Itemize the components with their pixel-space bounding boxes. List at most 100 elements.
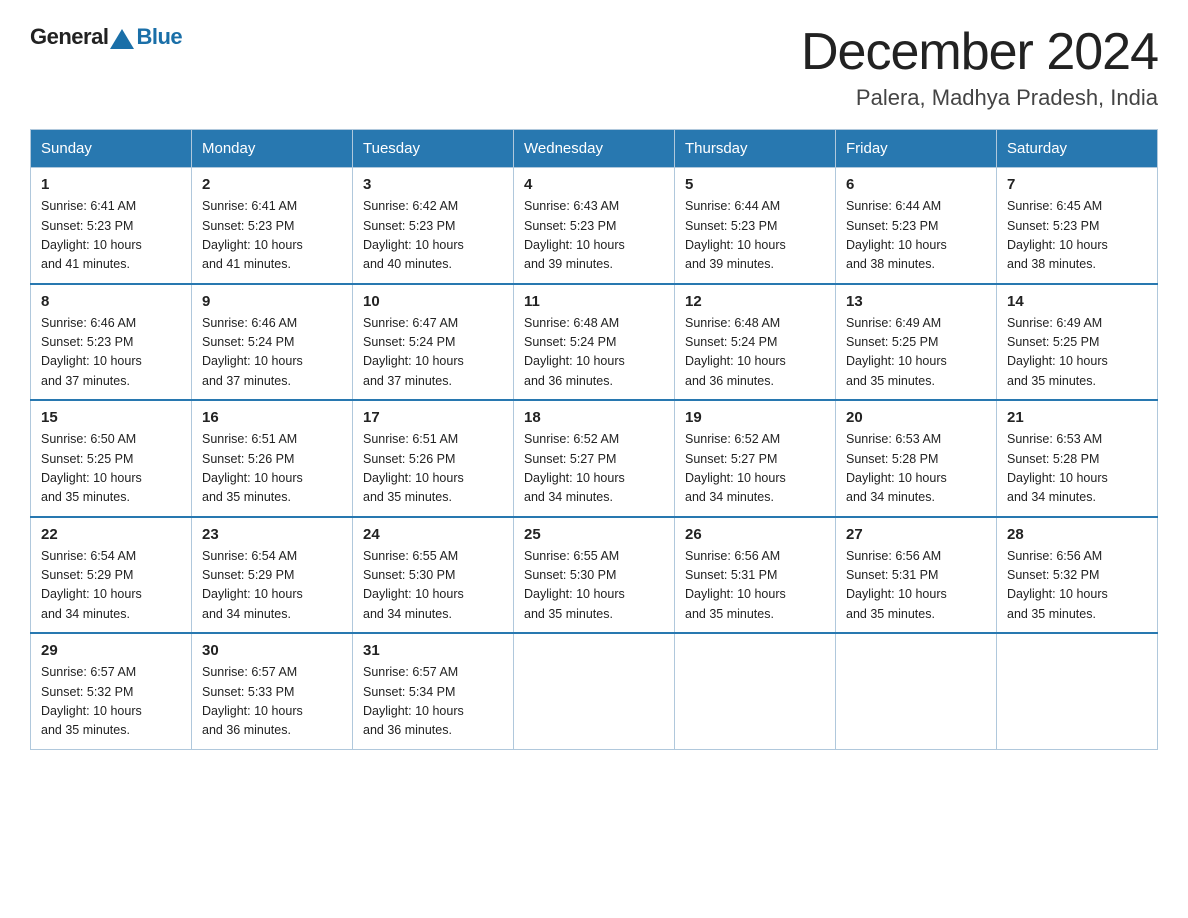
day-info: Sunrise: 6:56 AMSunset: 5:31 PMDaylight:… (846, 547, 986, 625)
day-number: 16 (202, 409, 342, 426)
day-number: 4 (524, 176, 664, 193)
day-info: Sunrise: 6:54 AMSunset: 5:29 PMDaylight:… (202, 547, 342, 625)
day-info: Sunrise: 6:41 AMSunset: 5:23 PMDaylight:… (202, 197, 342, 275)
calendar-cell (836, 633, 997, 749)
calendar-week-row: 15 Sunrise: 6:50 AMSunset: 5:25 PMDayligh… (31, 400, 1158, 517)
calendar-cell: 28Sunrise: 6:56 AMSunset: 5:32 PMDayligh… (997, 517, 1158, 634)
column-header-saturday: Saturday (997, 130, 1158, 168)
day-info: Sunrise: 6:42 AMSunset: 5:23 PMDaylight:… (363, 197, 503, 275)
calendar-cell: 5Sunrise: 6:44 AMSunset: 5:23 PMDaylight… (675, 168, 836, 284)
calendar-cell: 31Sunrise: 6:57 AMSunset: 5:34 PMDayligh… (353, 633, 514, 749)
day-info: Sunrise: 6:49 AMSunset: 5:25 PMDaylight:… (846, 314, 986, 392)
calendar-cell: 11 Sunrise: 6:48 AMSunset: 5:24 PMDayligh… (514, 284, 675, 401)
day-info: Sunrise: 6:50 AMSunset: 5:25 PMDaylight:… (41, 430, 181, 508)
day-info: Sunrise: 6:53 AMSunset: 5:28 PMDaylight:… (1007, 430, 1147, 508)
day-number: 13 (846, 293, 986, 310)
day-info: Sunrise: 6:44 AMSunset: 5:23 PMDaylight:… (685, 197, 825, 275)
day-number: 24 (363, 526, 503, 543)
column-header-tuesday: Tuesday (353, 130, 514, 168)
calendar-week-row: 22 Sunrise: 6:54 AMSunset: 5:29 PMDayligh… (31, 517, 1158, 634)
day-info: Sunrise: 6:54 AMSunset: 5:29 PMDaylight:… (41, 547, 181, 625)
calendar-cell: 13 Sunrise: 6:49 AMSunset: 5:25 PMDayligh… (836, 284, 997, 401)
day-number: 7 (1007, 176, 1147, 193)
calendar-cell: 19 Sunrise: 6:52 AMSunset: 5:27 PMDayligh… (675, 400, 836, 517)
day-number: 17 (363, 409, 503, 426)
location-subtitle: Palera, Madhya Pradesh, India (801, 85, 1158, 111)
day-info: Sunrise: 6:47 AMSunset: 5:24 PMDaylight:… (363, 314, 503, 392)
title-block: December 2024 Palera, Madhya Pradesh, In… (801, 24, 1158, 111)
calendar-cell: 27 Sunrise: 6:56 AMSunset: 5:31 PMDayligh… (836, 517, 997, 634)
column-header-monday: Monday (192, 130, 353, 168)
calendar-week-row: 29 Sunrise: 6:57 AMSunset: 5:32 PMDayligh… (31, 633, 1158, 749)
day-info: Sunrise: 6:43 AMSunset: 5:23 PMDaylight:… (524, 197, 664, 275)
page-header: General Blue December 2024 Palera, Madhy… (30, 24, 1158, 111)
calendar-cell: 21Sunrise: 6:53 AMSunset: 5:28 PMDayligh… (997, 400, 1158, 517)
calendar-cell: 2Sunrise: 6:41 AMSunset: 5:23 PMDaylight… (192, 168, 353, 284)
calendar-cell: 8 Sunrise: 6:46 AMSunset: 5:23 PMDaylight… (31, 284, 192, 401)
day-info: Sunrise: 6:57 AMSunset: 5:33 PMDaylight:… (202, 663, 342, 741)
calendar-cell: 25Sunrise: 6:55 AMSunset: 5:30 PMDayligh… (514, 517, 675, 634)
logo: General Blue (30, 24, 182, 50)
day-number: 14 (1007, 293, 1147, 310)
logo-general-text: General (30, 24, 108, 50)
day-number: 19 (685, 409, 825, 426)
day-info: Sunrise: 6:52 AMSunset: 5:27 PMDaylight:… (685, 430, 825, 508)
day-number: 11 (524, 293, 664, 310)
calendar-cell: 29 Sunrise: 6:57 AMSunset: 5:32 PMDayligh… (31, 633, 192, 749)
day-number: 12 (685, 293, 825, 310)
column-header-friday: Friday (836, 130, 997, 168)
day-info: Sunrise: 6:48 AMSunset: 5:24 PMDaylight:… (685, 314, 825, 392)
calendar-cell (514, 633, 675, 749)
day-info: Sunrise: 6:52 AMSunset: 5:27 PMDaylight:… (524, 430, 664, 508)
calendar-cell: 17 Sunrise: 6:51 AMSunset: 5:26 PMDayligh… (353, 400, 514, 517)
calendar-week-row: 1 Sunrise: 6:41 AMSunset: 5:23 PMDaylight… (31, 168, 1158, 284)
day-number: 31 (363, 642, 503, 659)
column-header-sunday: Sunday (31, 130, 192, 168)
calendar-cell (675, 633, 836, 749)
column-header-wednesday: Wednesday (514, 130, 675, 168)
day-info: Sunrise: 6:56 AMSunset: 5:31 PMDaylight:… (685, 547, 825, 625)
day-info: Sunrise: 6:41 AMSunset: 5:23 PMDaylight:… (41, 197, 181, 275)
day-number: 23 (202, 526, 342, 543)
calendar-cell: 20Sunrise: 6:53 AMSunset: 5:28 PMDayligh… (836, 400, 997, 517)
calendar-week-row: 8 Sunrise: 6:46 AMSunset: 5:23 PMDaylight… (31, 284, 1158, 401)
calendar-cell: 18 Sunrise: 6:52 AMSunset: 5:27 PMDayligh… (514, 400, 675, 517)
calendar-cell: 12 Sunrise: 6:48 AMSunset: 5:24 PMDayligh… (675, 284, 836, 401)
month-title: December 2024 (801, 24, 1158, 81)
calendar-cell: 14Sunrise: 6:49 AMSunset: 5:25 PMDayligh… (997, 284, 1158, 401)
calendar-cell: 30Sunrise: 6:57 AMSunset: 5:33 PMDayligh… (192, 633, 353, 749)
column-header-thursday: Thursday (675, 130, 836, 168)
calendar-cell (997, 633, 1158, 749)
day-number: 27 (846, 526, 986, 543)
day-info: Sunrise: 6:45 AMSunset: 5:23 PMDaylight:… (1007, 197, 1147, 275)
day-number: 8 (41, 293, 181, 310)
day-info: Sunrise: 6:46 AMSunset: 5:23 PMDaylight:… (41, 314, 181, 392)
calendar-cell: 26 Sunrise: 6:56 AMSunset: 5:31 PMDayligh… (675, 517, 836, 634)
day-info: Sunrise: 6:46 AMSunset: 5:24 PMDaylight:… (202, 314, 342, 392)
day-info: Sunrise: 6:57 AMSunset: 5:32 PMDaylight:… (41, 663, 181, 741)
calendar-cell: 3 Sunrise: 6:42 AMSunset: 5:23 PMDaylight… (353, 168, 514, 284)
day-number: 3 (363, 176, 503, 193)
calendar-header-row: SundayMondayTuesdayWednesdayThursdayFrid… (31, 130, 1158, 168)
calendar-cell: 7 Sunrise: 6:45 AMSunset: 5:23 PMDaylight… (997, 168, 1158, 284)
day-info: Sunrise: 6:48 AMSunset: 5:24 PMDaylight:… (524, 314, 664, 392)
calendar-cell: 9Sunrise: 6:46 AMSunset: 5:24 PMDaylight… (192, 284, 353, 401)
calendar-cell: 4 Sunrise: 6:43 AMSunset: 5:23 PMDaylight… (514, 168, 675, 284)
calendar-cell: 24Sunrise: 6:55 AMSunset: 5:30 PMDayligh… (353, 517, 514, 634)
calendar-cell: 1 Sunrise: 6:41 AMSunset: 5:23 PMDaylight… (31, 168, 192, 284)
day-number: 29 (41, 642, 181, 659)
logo-triangle-icon (110, 29, 134, 49)
day-number: 15 (41, 409, 181, 426)
day-number: 28 (1007, 526, 1147, 543)
day-number: 22 (41, 526, 181, 543)
day-number: 1 (41, 176, 181, 193)
calendar-cell: 22 Sunrise: 6:54 AMSunset: 5:29 PMDayligh… (31, 517, 192, 634)
day-info: Sunrise: 6:51 AMSunset: 5:26 PMDaylight:… (363, 430, 503, 508)
day-info: Sunrise: 6:51 AMSunset: 5:26 PMDaylight:… (202, 430, 342, 508)
day-number: 10 (363, 293, 503, 310)
day-number: 18 (524, 409, 664, 426)
day-number: 26 (685, 526, 825, 543)
calendar-cell: 10 Sunrise: 6:47 AMSunset: 5:24 PMDayligh… (353, 284, 514, 401)
calendar-cell: 23 Sunrise: 6:54 AMSunset: 5:29 PMDayligh… (192, 517, 353, 634)
calendar-cell: 15 Sunrise: 6:50 AMSunset: 5:25 PMDayligh… (31, 400, 192, 517)
